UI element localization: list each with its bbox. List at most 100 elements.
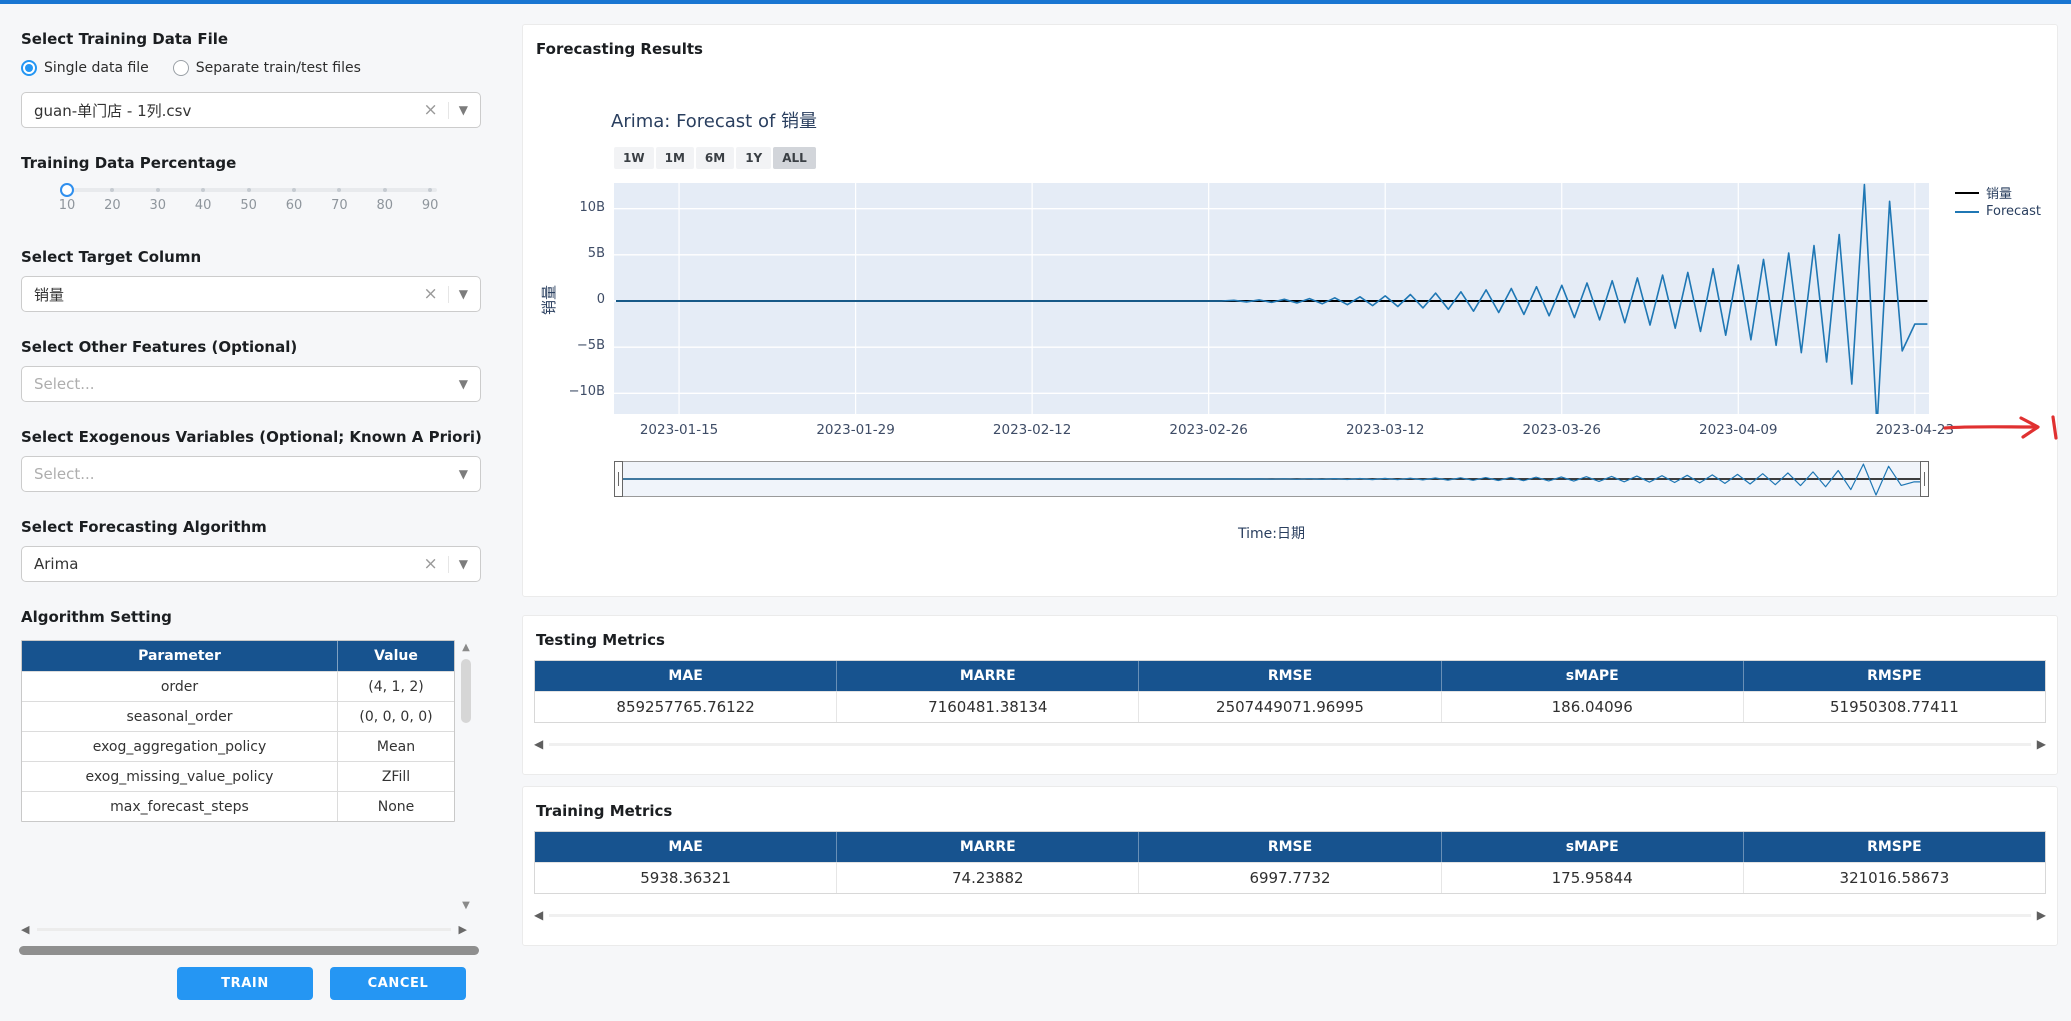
target-column-dropdown[interactable]: 销量 × ▼: [21, 276, 481, 312]
settings-parameter-cell: order: [22, 672, 338, 701]
exog-placeholder: Select...: [34, 465, 95, 483]
train-button[interactable]: TRAIN: [177, 967, 313, 1000]
testing-metrics-title: Testing Metrics: [536, 631, 665, 649]
slider-mark-dot[interactable]: [110, 188, 115, 192]
metric-value: 186.04096: [1442, 692, 1744, 722]
target-column-value: 销量: [34, 285, 65, 304]
radio-selected-icon[interactable]: [21, 60, 37, 76]
range-button-1y[interactable]: 1Y: [736, 147, 772, 169]
y-tick-label: 10B: [579, 199, 605, 215]
slider-mark-dot[interactable]: [382, 188, 387, 192]
sidebar-scrollbar-thumb[interactable]: [19, 946, 479, 955]
chevron-down-icon[interactable]: ▼: [459, 467, 468, 481]
slider-mark-dot[interactable]: [201, 188, 206, 192]
chevron-down-icon[interactable]: ▼: [459, 287, 468, 301]
exog-variables-dropdown[interactable]: Select... ▼: [21, 456, 481, 492]
forecast-chart-svg[interactable]: [614, 183, 1929, 428]
scroll-right-icon[interactable]: ▶: [2037, 737, 2046, 751]
settings-col-value: Value: [374, 648, 418, 664]
slider-mark-dot[interactable]: [337, 188, 342, 192]
testing-metrics-card: Testing Metrics MAE MARRE RMSE sMAPE RMSPE 8…: [522, 615, 2058, 775]
scroll-up-icon[interactable]: ▲: [459, 641, 473, 655]
exog-section-title: Select Exogenous Variables (Optional; Kn…: [21, 428, 482, 446]
slider-handle[interactable]: [60, 183, 74, 197]
chevron-down-icon[interactable]: ▼: [459, 377, 468, 391]
horizontal-scroll-track[interactable]: [37, 927, 451, 931]
metric-column-header: MAE: [535, 661, 838, 691]
legend-item-actual[interactable]: 销量: [1955, 183, 2041, 202]
plot-area[interactable]: [614, 183, 1929, 428]
annotation-arrow-icon: [1943, 415, 2058, 440]
results-title: Forecasting Results: [536, 40, 703, 58]
chevron-down-icon[interactable]: ▼: [459, 557, 468, 571]
radio-single-data-file[interactable]: Single data file: [21, 60, 149, 76]
scroll-right-icon[interactable]: ▶: [2037, 908, 2046, 922]
x-tick-label: 2023-03-26: [1522, 422, 1601, 438]
testing-metrics-scrollbar[interactable]: ◀ ▶: [534, 736, 2046, 752]
range-button-6m[interactable]: 6M: [695, 147, 735, 169]
x-tick-label: 2023-04-09: [1699, 422, 1778, 438]
radio-separate-label: Separate train/test files: [195, 60, 361, 76]
range-button-1w[interactable]: 1W: [614, 147, 654, 169]
scroll-right-icon[interactable]: ▶: [459, 923, 467, 936]
metric-value: 2507449071.96995: [1139, 692, 1442, 722]
range-button-all[interactable]: ALL: [773, 147, 816, 169]
slider-mark-dot[interactable]: [428, 188, 433, 192]
training-file-dropdown[interactable]: guan-单门店 - 1列.csv × ▼: [21, 92, 481, 128]
cancel-button[interactable]: CANCEL: [330, 967, 466, 1000]
legend-line-swatch: [1955, 210, 1979, 213]
settings-table-row: order (4, 1, 2): [22, 671, 454, 701]
range-slider-left-handle[interactable]: [614, 461, 623, 497]
metric-column-header: sMAPE: [1442, 661, 1744, 691]
radio-unselected-icon[interactable]: [172, 60, 189, 76]
y-tick-label: −5B: [576, 338, 605, 354]
vertical-scroll-thumb[interactable]: [461, 659, 471, 723]
settings-table-header: Parameter Value: [22, 641, 454, 671]
legend-label: 销量: [1986, 187, 2013, 202]
range-slider[interactable]: [614, 461, 1929, 497]
slider-mark-label: 70: [331, 198, 348, 213]
chevron-down-icon[interactable]: ▼: [459, 103, 468, 117]
clear-icon[interactable]: ×: [424, 555, 449, 573]
horizontal-scroll-track[interactable]: [549, 913, 2031, 917]
horizontal-scroll-track[interactable]: [549, 742, 2031, 746]
chart-legend: 销量 Forecast: [1955, 183, 2041, 221]
range-button-1m[interactable]: 1M: [655, 147, 694, 169]
algorithm-dropdown[interactable]: Arima × ▼: [21, 546, 481, 582]
metric-column-header: RMSE: [1139, 832, 1442, 862]
settings-horizontal-scrollbar[interactable]: ◀ ▶: [21, 921, 467, 937]
forecasting-results-card: Forecasting Results Arima: Forecast of 销…: [522, 24, 2058, 597]
metrics-header-row: MAE MARRE RMSE sMAPE RMSPE: [535, 832, 2045, 862]
metric-value: 74.23882: [837, 863, 1140, 893]
settings-vertical-scrollbar[interactable]: ▲ ▼: [459, 641, 473, 913]
slider-mark-label: 10: [58, 198, 76, 213]
metric-column-header: MARRE: [837, 661, 1140, 691]
testing-metrics-table: MAE MARRE RMSE sMAPE RMSPE 859257765.76122 71…: [534, 660, 2046, 723]
slider-mark-dot[interactable]: [246, 188, 251, 192]
slider-mark-label: 80: [376, 198, 394, 213]
settings-table-body: order (4, 1, 2) seasonal_order (0, 0, 0, 0)…: [22, 671, 454, 821]
file-section-title: Select Training Data File: [21, 30, 229, 48]
training-percentage-slider[interactable]: 10 20 30 40 50 60 70 80 90: [47, 182, 467, 224]
scroll-left-icon[interactable]: ◀: [534, 737, 543, 751]
slider-mark-label: 20: [104, 198, 121, 213]
y-tick-label: 5B: [587, 245, 605, 261]
slider-mark-label: 30: [149, 198, 167, 213]
scroll-left-icon[interactable]: ◀: [534, 908, 543, 922]
clear-icon[interactable]: ×: [424, 101, 449, 119]
metrics-header-row: MAE MARRE RMSE sMAPE RMSPE: [535, 661, 2045, 691]
scroll-left-icon[interactable]: ◀: [21, 923, 29, 936]
slider-mark-dot[interactable]: [155, 188, 160, 192]
legend-item-forecast[interactable]: Forecast: [1955, 202, 2041, 221]
radio-separate-files[interactable]: Separate train/test files: [172, 60, 361, 76]
training-metrics-scrollbar[interactable]: ◀ ▶: [534, 907, 2046, 923]
slider-mark-dot[interactable]: [292, 188, 296, 192]
other-features-dropdown[interactable]: Select... ▼: [21, 366, 481, 402]
metric-value: 6997.7732: [1139, 863, 1442, 893]
metrics-value-row: 5938.36321 74.23882 6997.7732 175.95844 3210…: [535, 862, 2045, 893]
scroll-down-icon[interactable]: ▼: [459, 899, 473, 913]
metric-column-header: RMSPE: [1867, 839, 1922, 855]
range-slider-right-handle[interactable]: [1920, 461, 1929, 497]
clear-icon[interactable]: ×: [424, 285, 449, 303]
settings-col-parameter: Parameter: [22, 641, 338, 671]
